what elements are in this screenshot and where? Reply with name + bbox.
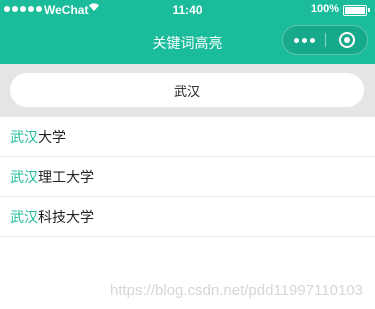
home-icon[interactable] [339,32,355,48]
highlight-text: 武汉 [10,168,38,185]
list-item[interactable]: 武汉 理工大学 [0,157,375,197]
highlight-text: 武汉 [10,128,38,145]
highlight-text: 武汉 [10,208,38,225]
battery-icon [343,5,370,16]
item-text: 大学 [38,128,66,145]
capsule-divider [325,33,326,47]
status-bar: WeChat 11:40 100% [0,0,375,20]
watermark: https://blog.csdn.net/pdd11997110103 [110,282,363,299]
item-text: 理工大学 [38,168,94,185]
nav-bar: WeChat 11:40 100% 关键词高亮 [0,0,375,64]
battery-percent: 100% [310,3,339,15]
menu-capsule [282,25,368,55]
item-text: 科技大学 [38,208,94,225]
list-item[interactable]: 武汉 科技大学 [0,197,375,237]
result-list: 武汉 大学 武汉 理工大学 武汉 科技大学 [0,117,375,237]
list-item[interactable]: 武汉 大学 [0,117,375,157]
search-area [0,64,375,117]
more-icon[interactable] [283,26,325,54]
search-input[interactable] [10,73,364,107]
